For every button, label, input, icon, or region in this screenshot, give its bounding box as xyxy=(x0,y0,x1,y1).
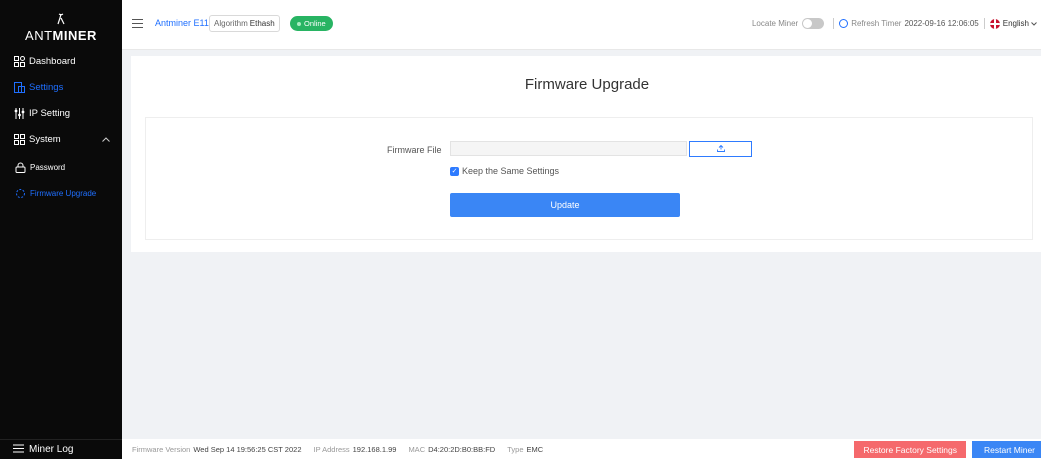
sidebar-item-label: Password xyxy=(30,162,66,172)
logo-suffix: MINER xyxy=(52,28,97,43)
restore-factory-settings-button[interactable]: Restore Factory Settings xyxy=(854,441,966,458)
algorithm-tag: Algorithm Ethash xyxy=(209,15,280,32)
keep-settings-label: Keep the Same Settings xyxy=(462,166,560,176)
chevron-up-icon xyxy=(102,135,110,144)
firmware-version-value: Wed Sep 14 19:56:25 CST 2022 xyxy=(193,444,302,454)
divider xyxy=(833,18,835,29)
menu-toggle-icon[interactable] xyxy=(132,19,143,28)
system-icon xyxy=(13,133,25,145)
firmware-version-label: Firmware Version xyxy=(132,444,191,454)
upload-icon xyxy=(716,144,725,154)
sidebar-item-label: System xyxy=(29,133,61,145)
ip-address-label: IP Address xyxy=(313,444,350,454)
footer-bar: Firmware Version Wed Sep 14 19:56:25 CST… xyxy=(122,439,1041,459)
sidebar-item-dashboard[interactable]: Dashboard xyxy=(0,48,122,74)
keep-settings-checkbox[interactable]: ✓ Keep the Same Settings xyxy=(450,166,559,176)
algorithm-value: Ethash xyxy=(249,19,275,28)
firmware-file-label: Firmware File xyxy=(387,145,442,155)
restart-miner-button[interactable]: Restart Miner xyxy=(971,441,1041,458)
mac-value: D4:20:2D:B0:BB:FD xyxy=(428,444,496,454)
sidebar-item-label: Settings xyxy=(29,81,64,93)
refresh-timer-label[interactable]: Refresh Timer xyxy=(851,19,901,28)
type-label: Type xyxy=(507,444,524,454)
firmware-file-input[interactable] xyxy=(450,141,687,156)
ip-setting-icon xyxy=(13,107,25,119)
sidebar-item-label: Dashboard xyxy=(29,55,76,67)
page-title: Firmware Upgrade xyxy=(524,76,650,93)
sidebar-item-firmware-upgrade[interactable]: Firmware Upgrade xyxy=(0,180,122,206)
antminer-logo: ANTMINER xyxy=(0,0,122,50)
sidebar-item-settings[interactable]: Settings xyxy=(0,74,122,100)
sidebar-item-ip-setting[interactable]: IP Setting xyxy=(0,100,122,126)
mac-label: MAC xyxy=(408,444,426,454)
header-right: Locate Miner Refresh Timer 2022-09-16 12… xyxy=(752,18,1037,29)
ip-address-value: 192.168.1.99 xyxy=(352,444,397,454)
sidebar: ANTMINER Dashboard Settings IP Setting S… xyxy=(0,0,122,459)
upload-button[interactable] xyxy=(689,141,752,157)
status-text: Online xyxy=(304,19,326,28)
sidebar-item-password[interactable]: Password xyxy=(0,154,122,180)
algorithm-label: Algorithm xyxy=(214,19,248,28)
refresh-timer-value: 2022-09-16 12:06:05 xyxy=(904,19,979,28)
sidebar-item-system[interactable]: System xyxy=(0,126,122,152)
checkbox-checked-icon[interactable]: ✓ xyxy=(450,166,459,176)
firmware-icon xyxy=(14,187,26,199)
locate-miner-label: Locate Miner xyxy=(751,19,799,28)
sidebar-item-label: IP Setting xyxy=(29,107,71,119)
dashboard-icon xyxy=(13,55,25,67)
miner-log-link[interactable]: Miner Log xyxy=(0,439,122,459)
type-value: EMC xyxy=(526,444,544,454)
divider xyxy=(983,18,985,29)
language-select[interactable]: English xyxy=(1003,19,1029,28)
update-button[interactable]: Update xyxy=(450,193,680,217)
log-icon xyxy=(13,444,25,456)
locate-miner-toggle[interactable] xyxy=(802,18,825,29)
lock-icon xyxy=(14,161,26,173)
logo-ant-icon xyxy=(55,13,67,26)
sidebar-item-label: Firmware Upgrade xyxy=(30,188,97,198)
status-dot-icon xyxy=(297,21,301,26)
top-header: Antminer E11 Algorithm Ethash Online Loc… xyxy=(122,0,1041,50)
upgrade-form: Firmware File ✓ Keep the Same Settings U… xyxy=(145,117,1033,240)
refresh-timer-icon[interactable] xyxy=(839,19,849,28)
logo-prefix: ANT xyxy=(25,28,53,43)
firmware-upgrade-panel: Firmware Upgrade Firmware File ✓ Keep th… xyxy=(131,56,1041,252)
settings-icon xyxy=(13,81,25,93)
status-badge: Online xyxy=(290,16,333,31)
miner-model: Antminer E11 xyxy=(155,18,209,28)
miner-log-label: Miner Log xyxy=(29,444,74,455)
uk-flag-icon xyxy=(989,18,1000,29)
chevron-down-icon[interactable] xyxy=(1031,19,1037,28)
toggle-knob xyxy=(803,19,813,28)
